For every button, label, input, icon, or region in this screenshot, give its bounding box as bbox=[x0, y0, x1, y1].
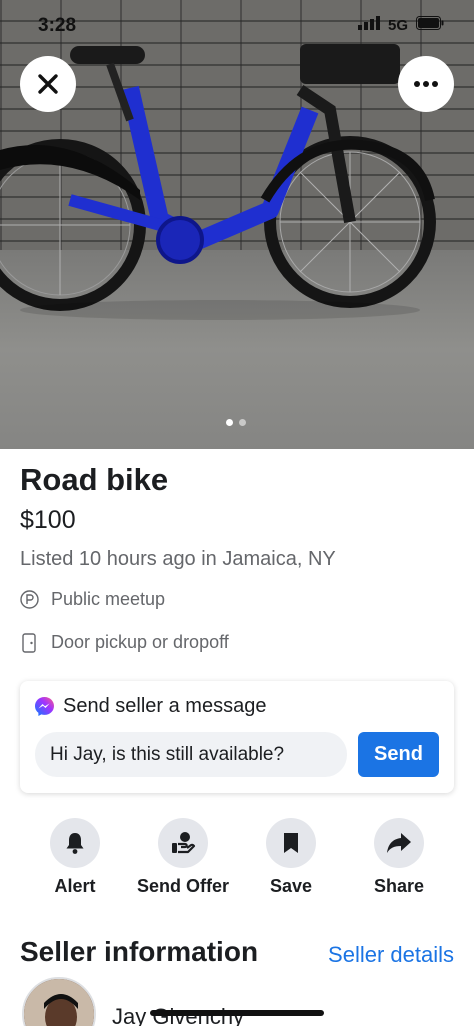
send-offer-button[interactable]: Send Offer bbox=[123, 818, 243, 897]
alert-icon-circle bbox=[50, 818, 100, 868]
hand-offer-icon bbox=[172, 832, 196, 854]
listing-price: $100 bbox=[20, 506, 76, 534]
more-dots-icon bbox=[414, 81, 438, 87]
action-label: Send Offer bbox=[136, 876, 229, 896]
avatar-photo bbox=[24, 979, 94, 1026]
detail-public-meetup: Public meetup bbox=[20, 589, 165, 610]
battery-icon bbox=[416, 16, 444, 35]
share-icon bbox=[387, 833, 411, 853]
network-type: 5G bbox=[387, 17, 408, 34]
detail-label: Public meetup bbox=[51, 589, 166, 609]
message-heading: Send seller a message bbox=[63, 695, 267, 717]
bell-icon bbox=[66, 833, 84, 854]
bookmark-icon bbox=[284, 833, 298, 853]
action-label: Save bbox=[269, 876, 313, 896]
seller-details-link[interactable]: Seller details bbox=[328, 942, 454, 968]
pagination-dot-1 bbox=[226, 419, 233, 426]
pagination-dot-2 bbox=[239, 419, 246, 426]
save-button[interactable]: Save bbox=[231, 818, 351, 897]
message-input[interactable]: Hi Jay, is this still available? bbox=[35, 732, 347, 777]
send-offer-icon-circle bbox=[158, 818, 208, 868]
close-button[interactable] bbox=[20, 56, 76, 112]
status-bar: 3:28 5G bbox=[0, 0, 474, 52]
status-icons: 5G bbox=[357, 16, 444, 35]
seller-info-heading: Seller information bbox=[20, 936, 259, 967]
detail-label: Door pickup or dropoff bbox=[51, 632, 229, 652]
door-icon bbox=[22, 632, 36, 653]
share-icon-circle bbox=[374, 818, 424, 868]
messenger-icon bbox=[35, 697, 54, 716]
signal-icon bbox=[357, 16, 380, 35]
parking-circle-icon bbox=[20, 590, 39, 609]
photo-pagination bbox=[226, 419, 246, 426]
action-label: Share bbox=[373, 876, 425, 896]
close-icon bbox=[38, 74, 58, 94]
save-icon-circle bbox=[266, 818, 316, 868]
message-seller-card: Send seller a message Hi Jay, is this st… bbox=[20, 681, 454, 793]
share-button[interactable]: Share bbox=[339, 818, 459, 897]
alert-button[interactable]: Alert bbox=[15, 818, 135, 897]
home-indicator bbox=[150, 1010, 324, 1016]
action-bar: Alert Send Offer Save Share bbox=[0, 818, 474, 898]
listing-time-location: Listed 10 hours ago in Jamaica, NY bbox=[20, 548, 336, 570]
status-time: 3:28 bbox=[38, 15, 77, 36]
detail-door-pickup: Door pickup or dropoff bbox=[20, 632, 229, 653]
message-heading-row: Send seller a message bbox=[34, 695, 266, 718]
action-label: Alert bbox=[54, 876, 96, 896]
more-options-button[interactable] bbox=[398, 56, 454, 112]
seller-avatar[interactable] bbox=[22, 977, 96, 1026]
send-button[interactable]: Send bbox=[358, 732, 439, 777]
listing-title: Road bike bbox=[20, 462, 169, 497]
